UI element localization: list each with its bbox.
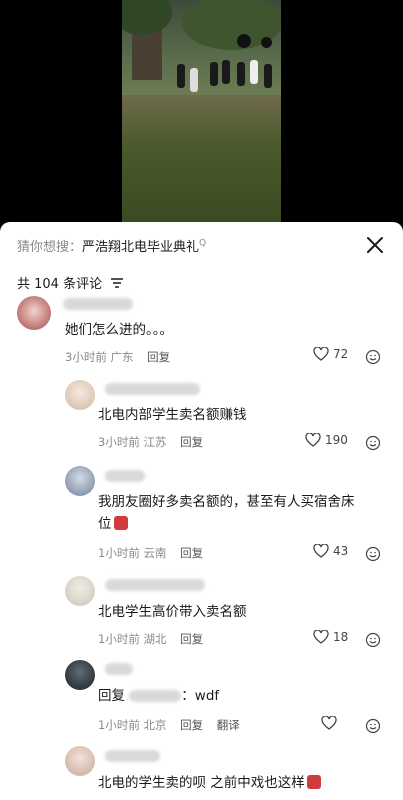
like-button[interactable]: 72 (313, 347, 348, 361)
foliage (122, 0, 172, 35)
comment-time: 1小时前 (98, 718, 140, 732)
comment-text-line2-text: 位 (98, 516, 112, 532)
comment-location: 北京 (143, 718, 167, 732)
like-count: 43 (333, 544, 349, 558)
emoji-icon[interactable] (365, 718, 381, 734)
comment-text-line2: 位 (98, 513, 128, 535)
like-button[interactable]: 18 (313, 630, 348, 644)
reply-button[interactable]: 回复 (180, 632, 203, 646)
video-frame (122, 0, 281, 222)
heart-icon (321, 716, 337, 730)
balloon (261, 37, 272, 48)
heart-icon (313, 630, 329, 644)
person (250, 60, 258, 84)
comment-meta: 3小时前 江苏 回复 (98, 434, 203, 450)
search-suggestion[interactable]: 猜你想搜：严浩翔北电毕业典礼Q (17, 236, 206, 255)
avatar[interactable] (65, 576, 95, 606)
comment-time: 1小时前 (98, 546, 140, 560)
reply-button[interactable]: 回复 (180, 718, 203, 732)
reply-button[interactable]: 回复 (180, 435, 203, 449)
person (237, 62, 245, 86)
comment-location: 江苏 (143, 435, 167, 449)
emoji-icon[interactable] (365, 349, 381, 365)
comment-text: 她们怎么进的。。。 (65, 322, 173, 338)
balloon (237, 34, 251, 48)
search-suggestion-query[interactable]: 严浩翔北电毕业典礼 (82, 240, 199, 255)
comment-text-line1: 我朋友圈好多卖名额的，甚至有人买宿舍床 (98, 494, 355, 510)
like-button[interactable]: 43 (313, 544, 348, 558)
emoji-sticker (113, 516, 128, 530)
person (264, 64, 272, 88)
ground (122, 95, 281, 222)
username-redacted[interactable] (63, 298, 133, 310)
avatar[interactable] (65, 746, 95, 776)
reply-prefix: 回复 (98, 688, 125, 704)
like-button[interactable] (321, 716, 341, 730)
comment-meta: 1小时前 湖北 回复 (98, 631, 203, 647)
username-redacted[interactable] (105, 579, 205, 591)
video-player[interactable] (0, 0, 403, 222)
filter-icon[interactable] (111, 278, 123, 288)
person (210, 62, 218, 86)
close-icon[interactable] (366, 236, 384, 254)
comment-meta: 3小时前 广东 回复 (65, 349, 170, 365)
username-redacted[interactable] (105, 470, 145, 482)
comment-text: 北电的学生卖的呗 之前中戏也这样 (98, 772, 321, 794)
person (190, 68, 198, 92)
heart-icon (305, 433, 321, 447)
reply-content: ：wdf (181, 688, 220, 704)
avatar[interactable] (65, 380, 95, 410)
reply-button[interactable]: 回复 (147, 350, 170, 364)
like-count: 72 (333, 347, 349, 361)
reply-target-redacted[interactable] (129, 690, 182, 702)
comment-text: 北电学生高价带入卖名额 (98, 604, 247, 620)
like-count: 190 (325, 433, 348, 447)
emoji-sticker (306, 775, 321, 789)
comment-meta: 1小时前 云南 回复 (98, 545, 203, 561)
heart-icon (313, 347, 329, 361)
comment-location: 湖北 (143, 632, 167, 646)
search-icon: Q (199, 238, 207, 249)
reply-button[interactable]: 回复 (180, 546, 203, 560)
translate-button[interactable]: 翻译 (217, 718, 240, 732)
avatar[interactable] (65, 466, 95, 496)
avatar[interactable] (17, 296, 51, 330)
comment-time: 1小时前 (98, 632, 140, 646)
username-redacted[interactable] (105, 383, 200, 395)
username-redacted[interactable] (105, 663, 133, 675)
like-button[interactable]: 190 (305, 433, 348, 447)
comment-location: 广东 (110, 350, 134, 364)
like-count: 18 (333, 630, 349, 644)
search-suggestion-prefix: 猜你想搜： (17, 240, 83, 255)
comment-text: 北电内部学生卖名额赚钱 (98, 407, 247, 423)
avatar[interactable] (65, 660, 95, 690)
emoji-icon[interactable] (365, 632, 381, 648)
reply-text: 回复 ：wdf (98, 685, 219, 707)
comment-meta: 1小时前 北京 回复 翻译 (98, 717, 240, 733)
comment-count: 共 104 条评论 (17, 277, 103, 292)
comment-time: 3小时前 (65, 350, 107, 364)
emoji-icon[interactable] (365, 435, 381, 451)
person (177, 64, 185, 88)
comment-time: 3小时前 (98, 435, 140, 449)
heart-icon (313, 544, 329, 558)
username-redacted[interactable] (105, 750, 160, 762)
comment-text-content: 北电的学生卖的呗 之前中戏也这样 (98, 775, 305, 791)
person (222, 60, 230, 84)
emoji-icon[interactable] (365, 546, 381, 562)
comment-location: 云南 (143, 546, 167, 560)
